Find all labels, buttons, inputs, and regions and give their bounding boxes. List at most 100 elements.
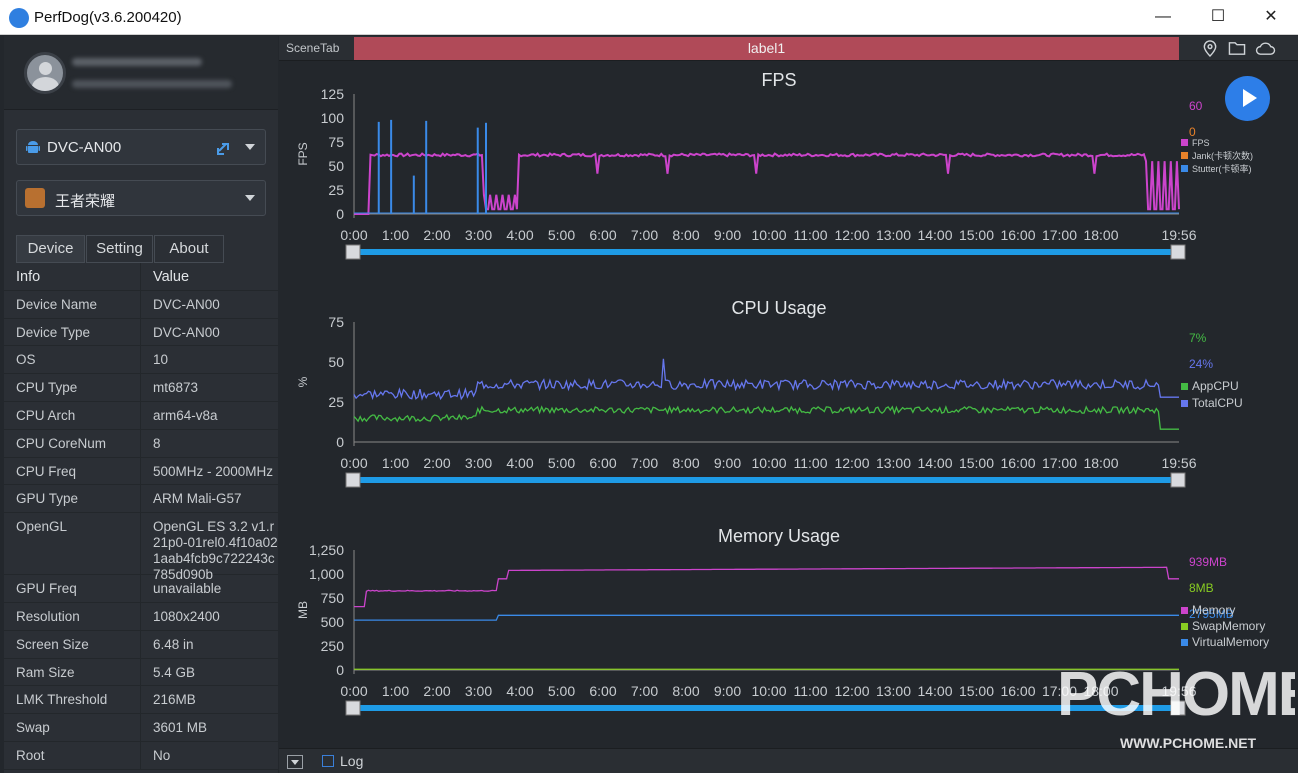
x-tick-label: 18:00 xyxy=(1083,227,1118,243)
y-tick-label: 1,000 xyxy=(309,566,344,582)
row-value: 5.4 GB xyxy=(153,664,196,680)
x-tick-label: 19:56 xyxy=(1161,455,1196,471)
x-tick-label: 11:00 xyxy=(794,683,828,699)
x-tick-label: 3:00 xyxy=(465,227,492,243)
close-button[interactable]: ✕ xyxy=(1258,6,1284,28)
x-tick-label: 1:00 xyxy=(382,227,409,243)
row-key: GPU Type xyxy=(16,491,79,507)
folder-icon[interactable] xyxy=(1228,40,1246,57)
legend-swatch xyxy=(1181,400,1188,407)
table-row: CPU Freq 500MHz - 2000MHz xyxy=(4,457,278,486)
x-tick-label: 12:00 xyxy=(834,683,869,699)
range-handle-left xyxy=(345,472,361,488)
x-tick-label: 7:00 xyxy=(631,227,658,243)
x-tick-label: 8:00 xyxy=(672,455,699,471)
tab-device[interactable]: Device xyxy=(16,235,85,263)
scene-tab-label[interactable]: SceneTab xyxy=(286,41,339,55)
device-select-value: DVC-AN00 xyxy=(47,139,122,156)
chevron-down-icon xyxy=(245,195,255,201)
chart-title: CPU Usage xyxy=(731,298,826,318)
y-tick-label: 125 xyxy=(321,86,345,102)
legend-label: AppCPU xyxy=(1192,379,1239,393)
row-key: Device Type xyxy=(16,324,91,340)
header-value: Value xyxy=(153,269,190,285)
device-select[interactable]: DVC-AN00 xyxy=(16,129,266,165)
pchome-watermark: PCHOME WWW.PCHOME.NET xyxy=(1057,660,1295,751)
y-tick-label: 25 xyxy=(328,182,344,198)
current-value: 24% xyxy=(1189,357,1213,371)
scene-bar: SceneTab label1 xyxy=(279,36,1298,61)
x-tick-label: 13:00 xyxy=(876,683,911,699)
row-value: ARM Mali-G57 xyxy=(153,491,242,507)
username-blurred xyxy=(72,58,202,66)
table-row: Screen Size 6.48 in xyxy=(4,630,278,659)
row-value: 10 xyxy=(153,352,169,368)
x-tick-label: 5:00 xyxy=(548,683,575,699)
table-row: Resolution 1080x2400 xyxy=(4,602,278,631)
x-tick-label: 17:00 xyxy=(1042,227,1077,243)
y-tick-label: 1,250 xyxy=(309,542,344,558)
minimize-button[interactable]: — xyxy=(1150,6,1176,28)
tab-about[interactable]: About xyxy=(154,235,224,263)
x-tick-label: 8:00 xyxy=(672,227,699,243)
legend-label: SwapMemory xyxy=(1192,619,1265,633)
y-tick-label: 0 xyxy=(336,206,344,222)
table-row: CPU CoreNum 8 xyxy=(4,429,278,458)
x-tick-label: 15:00 xyxy=(959,455,994,471)
x-tick-label: 6:00 xyxy=(589,455,616,471)
table-row: LMK Threshold 216MB xyxy=(4,686,278,715)
row-value: 6.48 in xyxy=(153,636,194,652)
table-row: CPU Type mt6873 xyxy=(4,374,278,402)
avatar[interactable] xyxy=(24,52,66,94)
range-handle-left xyxy=(345,244,361,260)
tab-setting[interactable]: Setting xyxy=(86,235,153,263)
row-key: CPU CoreNum xyxy=(16,435,107,451)
virtualmemory-series-line xyxy=(354,614,1179,621)
expand-toggle-button[interactable] xyxy=(287,755,303,769)
account-blurred xyxy=(72,80,232,88)
x-tick-label: 16:00 xyxy=(1000,683,1035,699)
legend-label: Jank(卡顿次数) xyxy=(1192,150,1253,161)
x-tick-label: 4:00 xyxy=(506,683,533,699)
row-value: No xyxy=(153,747,171,763)
app-select[interactable]: 王者荣耀 xyxy=(16,180,266,216)
legend-swatch xyxy=(1181,152,1188,159)
current-value: 939MB xyxy=(1189,555,1227,569)
maximize-button[interactable]: ☐ xyxy=(1205,6,1231,28)
row-key: CPU Freq xyxy=(16,463,77,479)
log-checkbox[interactable] xyxy=(322,755,334,767)
legend-label: TotalCPU xyxy=(1192,396,1243,410)
y-tick-label: 750 xyxy=(321,590,345,606)
cloud-icon[interactable] xyxy=(1255,40,1277,57)
row-key: Device Name xyxy=(16,296,98,312)
device-info-table: Info Value Device Name DVC-AN00 Device Typ… xyxy=(4,263,278,770)
range-handle-left xyxy=(345,700,361,716)
link-icon[interactable] xyxy=(215,139,233,157)
y-axis-label: MB xyxy=(296,601,310,619)
chart-title: Memory Usage xyxy=(718,526,840,546)
watermark-url: WWW.PCHOME.NET xyxy=(1120,735,1257,751)
row-value: DVC-AN00 xyxy=(153,296,220,312)
current-value: 8MB xyxy=(1189,581,1214,595)
table-row: CPU Arch arm64-v8a xyxy=(4,401,278,430)
legend-swatch xyxy=(1181,607,1188,614)
location-icon[interactable] xyxy=(1201,40,1219,57)
x-tick-label: 7:00 xyxy=(631,683,658,699)
x-tick-label: 8:00 xyxy=(672,683,699,699)
table-row: Root No xyxy=(4,741,278,770)
x-tick-label: 2:00 xyxy=(423,683,450,699)
legend-swatch xyxy=(1181,165,1188,172)
x-tick-label: 11:00 xyxy=(794,455,828,471)
scene-label[interactable]: label1 xyxy=(354,37,1179,60)
y-tick-label: 50 xyxy=(328,354,344,370)
table-row: Swap 3601 MB xyxy=(4,714,278,742)
legend-label: Stutter(卡顿率) xyxy=(1192,163,1252,174)
y-tick-label: 500 xyxy=(321,614,345,630)
x-tick-label: 13:00 xyxy=(876,227,911,243)
y-tick-label: 0 xyxy=(336,662,344,678)
row-key: OS xyxy=(16,352,36,368)
android-icon xyxy=(26,141,40,153)
current-value: 7% xyxy=(1189,331,1207,345)
row-key: CPU Arch xyxy=(16,407,76,423)
x-tick-label: 1:00 xyxy=(382,455,409,471)
